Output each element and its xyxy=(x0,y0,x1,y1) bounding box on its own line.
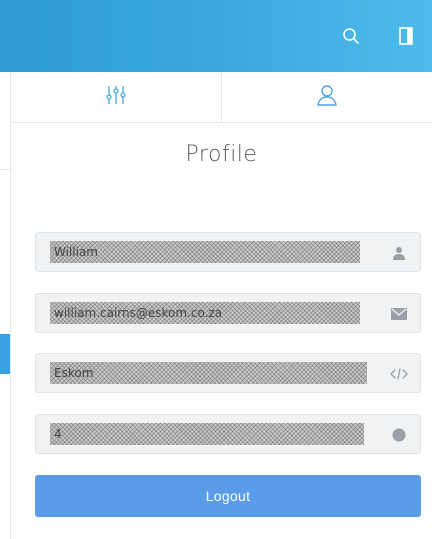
company-field[interactable]: Eskom xyxy=(35,353,421,393)
user-icon xyxy=(316,83,338,111)
search-icon[interactable] xyxy=(339,24,363,48)
circle-icon xyxy=(390,426,408,444)
logout-button[interactable]: Logout xyxy=(35,475,421,517)
panel-tabs xyxy=(11,72,432,123)
id-field[interactable]: 4 xyxy=(35,414,421,454)
divider xyxy=(0,169,10,170)
name-field[interactable]: William xyxy=(35,232,421,272)
tab-settings[interactable] xyxy=(11,72,221,122)
tab-profile[interactable] xyxy=(221,72,432,122)
envelope-icon xyxy=(390,305,408,323)
id-value[interactable]: 4 xyxy=(50,423,364,445)
background-page-sliver xyxy=(0,72,11,539)
top-header-bar xyxy=(0,0,432,72)
active-nav-indicator xyxy=(0,334,10,374)
user-solid-icon xyxy=(390,244,408,262)
email-value[interactable]: william.cairns@eskom.co.za xyxy=(50,302,360,324)
email-field[interactable]: william.cairns@eskom.co.za xyxy=(35,293,421,333)
profile-side-panel: Profile William william.cairns@eskom.co.… xyxy=(11,72,432,539)
page-title: Profile xyxy=(185,142,258,167)
panel-toggle-icon[interactable] xyxy=(394,24,418,48)
sliders-icon xyxy=(105,83,127,111)
code-icon xyxy=(390,365,408,383)
company-value[interactable]: Eskom xyxy=(50,362,367,384)
name-value[interactable]: William xyxy=(50,241,360,263)
